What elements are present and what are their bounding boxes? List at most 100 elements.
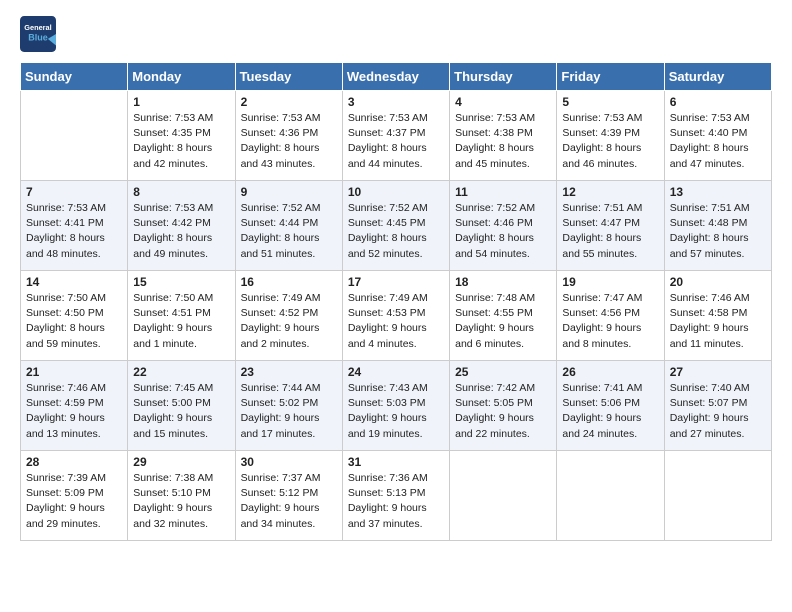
- logo: General Blue: [20, 16, 60, 52]
- day-info: Sunrise: 7:53 AMSunset: 4:38 PMDaylight:…: [455, 111, 551, 172]
- day-info: Sunrise: 7:51 AMSunset: 4:47 PMDaylight:…: [562, 201, 658, 262]
- calendar-cell: 17Sunrise: 7:49 AMSunset: 4:53 PMDayligh…: [342, 271, 449, 361]
- day-number: 25: [455, 365, 551, 379]
- weekday-header: Sunday: [21, 63, 128, 91]
- calendar-cell: 20 Sunrise: 7:46 AMSunset: 4:58 PMDayligh…: [664, 271, 771, 361]
- calendar-cell: 23 Sunrise: 7:44 AMSunset: 5:02 PMDayligh…: [235, 361, 342, 451]
- calendar-cell: [557, 451, 664, 541]
- day-info: Sunrise: 7:53 AMSunset: 4:40 PMDaylight:…: [670, 111, 766, 172]
- day-number: 2: [241, 95, 337, 109]
- weekday-header: Tuesday: [235, 63, 342, 91]
- calendar-table: SundayMondayTuesdayWednesdayThursdayFrid…: [20, 62, 772, 541]
- day-info: Sunrise: 7:53 AMSunset: 4:36 PMDaylight:…: [241, 111, 337, 172]
- day-number: 30: [241, 455, 337, 469]
- day-number: 4: [455, 95, 551, 109]
- calendar-cell: 3 Sunrise: 7:53 AMSunset: 4:37 PMDaylight…: [342, 91, 449, 181]
- weekday-header: Saturday: [664, 63, 771, 91]
- day-info: Sunrise: 7:52 AMSunset: 4:44 PMDaylight:…: [241, 201, 337, 262]
- day-number: 11: [455, 185, 551, 199]
- weekday-header: Thursday: [450, 63, 557, 91]
- day-number: 6: [670, 95, 766, 109]
- weekday-header: Friday: [557, 63, 664, 91]
- logo-icon: General Blue: [20, 16, 56, 52]
- calendar-cell: 19 Sunrise: 7:47 AMSunset: 4:56 PMDayligh…: [557, 271, 664, 361]
- day-number: 29: [133, 455, 229, 469]
- calendar-cell: 14 Sunrise: 7:50 AMSunset: 4:50 PMDayligh…: [21, 271, 128, 361]
- day-info: Sunrise: 7:53 AMSunset: 4:39 PMDaylight:…: [562, 111, 658, 172]
- calendar-cell: 29Sunrise: 7:38 AMSunset: 5:10 PMDayligh…: [128, 451, 235, 541]
- calendar-cell: 8Sunrise: 7:53 AMSunset: 4:42 PMDaylight…: [128, 181, 235, 271]
- calendar-week-row: 21 Sunrise: 7:46 AMSunset: 4:59 PMDayligh…: [21, 361, 772, 451]
- day-number: 19: [562, 275, 658, 289]
- day-info: Sunrise: 7:41 AMSunset: 5:06 PMDaylight:…: [562, 381, 658, 442]
- calendar-week-row: 1Sunrise: 7:53 AMSunset: 4:35 PMDaylight…: [21, 91, 772, 181]
- day-info: Sunrise: 7:47 AMSunset: 4:56 PMDaylight:…: [562, 291, 658, 352]
- calendar-cell: 5 Sunrise: 7:53 AMSunset: 4:39 PMDaylight…: [557, 91, 664, 181]
- calendar-cell: 24 Sunrise: 7:43 AMSunset: 5:03 PMDayligh…: [342, 361, 449, 451]
- day-number: 26: [562, 365, 658, 379]
- calendar-cell: 30 Sunrise: 7:37 AMSunset: 5:12 PMDayligh…: [235, 451, 342, 541]
- day-info: Sunrise: 7:49 AMSunset: 4:52 PMDaylight:…: [241, 291, 337, 352]
- svg-text:Blue: Blue: [28, 33, 48, 43]
- calendar-cell: 1Sunrise: 7:53 AMSunset: 4:35 PMDaylight…: [128, 91, 235, 181]
- day-number: 28: [26, 455, 122, 469]
- calendar-cell: 2 Sunrise: 7:53 AMSunset: 4:36 PMDaylight…: [235, 91, 342, 181]
- day-number: 24: [348, 365, 444, 379]
- calendar-week-row: 14 Sunrise: 7:50 AMSunset: 4:50 PMDayligh…: [21, 271, 772, 361]
- day-number: 22: [133, 365, 229, 379]
- day-info: Sunrise: 7:46 AMSunset: 4:59 PMDaylight:…: [26, 381, 122, 442]
- calendar-cell: 13Sunrise: 7:51 AMSunset: 4:48 PMDayligh…: [664, 181, 771, 271]
- weekday-header: Monday: [128, 63, 235, 91]
- day-number: 18: [455, 275, 551, 289]
- day-info: Sunrise: 7:52 AMSunset: 4:45 PMDaylight:…: [348, 201, 444, 262]
- day-info: Sunrise: 7:51 AMSunset: 4:48 PMDaylight:…: [670, 201, 766, 262]
- day-number: 23: [241, 365, 337, 379]
- calendar-cell: 11 Sunrise: 7:52 AMSunset: 4:46 PMDayligh…: [450, 181, 557, 271]
- page: General Blue SundayMondayTuesdayWednesda…: [0, 0, 792, 612]
- day-info: Sunrise: 7:53 AMSunset: 4:37 PMDaylight:…: [348, 111, 444, 172]
- day-info: Sunrise: 7:52 AMSunset: 4:46 PMDaylight:…: [455, 201, 551, 262]
- day-info: Sunrise: 7:42 AMSunset: 5:05 PMDaylight:…: [455, 381, 551, 442]
- day-info: Sunrise: 7:37 AMSunset: 5:12 PMDaylight:…: [241, 471, 337, 532]
- day-number: 14: [26, 275, 122, 289]
- calendar-cell: 9 Sunrise: 7:52 AMSunset: 4:44 PMDaylight…: [235, 181, 342, 271]
- day-number: 20: [670, 275, 766, 289]
- weekday-header: Wednesday: [342, 63, 449, 91]
- day-number: 31: [348, 455, 444, 469]
- day-info: Sunrise: 7:40 AMSunset: 5:07 PMDaylight:…: [670, 381, 766, 442]
- day-number: 9: [241, 185, 337, 199]
- calendar-cell: 18Sunrise: 7:48 AMSunset: 4:55 PMDayligh…: [450, 271, 557, 361]
- calendar-cell: 26 Sunrise: 7:41 AMSunset: 5:06 PMDayligh…: [557, 361, 664, 451]
- day-info: Sunrise: 7:43 AMSunset: 5:03 PMDaylight:…: [348, 381, 444, 442]
- header: General Blue: [20, 16, 772, 52]
- day-info: Sunrise: 7:50 AMSunset: 4:51 PMDaylight:…: [133, 291, 229, 352]
- day-number: 8: [133, 185, 229, 199]
- day-info: Sunrise: 7:46 AMSunset: 4:58 PMDaylight:…: [670, 291, 766, 352]
- day-number: 21: [26, 365, 122, 379]
- calendar-cell: 15Sunrise: 7:50 AMSunset: 4:51 PMDayligh…: [128, 271, 235, 361]
- day-info: Sunrise: 7:53 AMSunset: 4:35 PMDaylight:…: [133, 111, 229, 172]
- calendar-cell: 27Sunrise: 7:40 AMSunset: 5:07 PMDayligh…: [664, 361, 771, 451]
- day-info: Sunrise: 7:53 AMSunset: 4:41 PMDaylight:…: [26, 201, 122, 262]
- day-info: Sunrise: 7:45 AMSunset: 5:00 PMDaylight:…: [133, 381, 229, 442]
- calendar-header-row: SundayMondayTuesdayWednesdayThursdayFrid…: [21, 63, 772, 91]
- calendar-cell: [21, 91, 128, 181]
- day-info: Sunrise: 7:44 AMSunset: 5:02 PMDaylight:…: [241, 381, 337, 442]
- day-number: 12: [562, 185, 658, 199]
- day-number: 5: [562, 95, 658, 109]
- day-info: Sunrise: 7:36 AMSunset: 5:13 PMDaylight:…: [348, 471, 444, 532]
- calendar-week-row: 28 Sunrise: 7:39 AMSunset: 5:09 PMDayligh…: [21, 451, 772, 541]
- day-info: Sunrise: 7:50 AMSunset: 4:50 PMDaylight:…: [26, 291, 122, 352]
- svg-text:General: General: [24, 23, 51, 32]
- calendar-cell: 10Sunrise: 7:52 AMSunset: 4:45 PMDayligh…: [342, 181, 449, 271]
- calendar-cell: 28 Sunrise: 7:39 AMSunset: 5:09 PMDayligh…: [21, 451, 128, 541]
- calendar-cell: 22 Sunrise: 7:45 AMSunset: 5:00 PMDayligh…: [128, 361, 235, 451]
- calendar-cell: 21 Sunrise: 7:46 AMSunset: 4:59 PMDayligh…: [21, 361, 128, 451]
- day-number: 16: [241, 275, 337, 289]
- day-number: 3: [348, 95, 444, 109]
- day-number: 7: [26, 185, 122, 199]
- day-info: Sunrise: 7:39 AMSunset: 5:09 PMDaylight:…: [26, 471, 122, 532]
- day-number: 17: [348, 275, 444, 289]
- calendar-cell: 6 Sunrise: 7:53 AMSunset: 4:40 PMDaylight…: [664, 91, 771, 181]
- calendar-week-row: 7 Sunrise: 7:53 AMSunset: 4:41 PMDaylight…: [21, 181, 772, 271]
